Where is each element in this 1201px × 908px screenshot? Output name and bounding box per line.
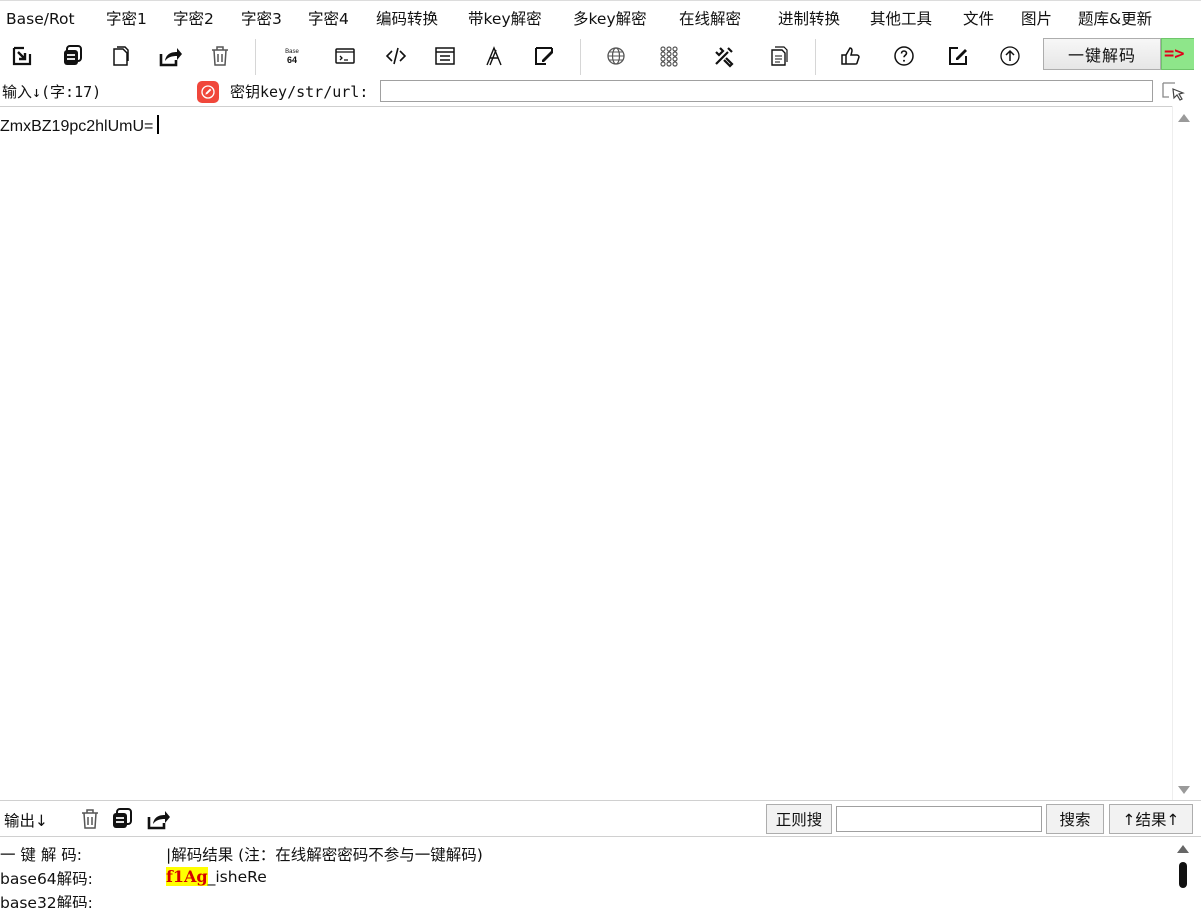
input-scrollbar[interactable] bbox=[1172, 106, 1194, 800]
menu-file[interactable]: 文件 bbox=[963, 1, 994, 35]
font-icon[interactable] bbox=[480, 42, 508, 70]
scroll-up-arrow-icon[interactable] bbox=[1177, 845, 1189, 853]
paste-icon[interactable] bbox=[106, 42, 134, 70]
menu-zimi-2[interactable]: 字密2 bbox=[173, 1, 214, 35]
toolbar-separator bbox=[815, 39, 816, 75]
edit-icon[interactable] bbox=[944, 42, 972, 70]
output-scrollbar[interactable] bbox=[1172, 837, 1194, 908]
menu-encoding-convert[interactable]: 编码转换 bbox=[376, 1, 438, 35]
output-row-name: base64解码: bbox=[0, 870, 93, 888]
output-textarea[interactable]: 一 键 解 码: |解码结果 (注：在线解密密码不参与一键解码) base64解… bbox=[0, 837, 1172, 908]
file-icon[interactable] bbox=[764, 42, 792, 70]
output-row-value: f1Ag_isheRe bbox=[166, 867, 267, 886]
input-text-value: ZmxBZ19pc2hlUmU= bbox=[0, 118, 154, 135]
menu-bar: Base/Rot 字密1 字密2 字密3 字密4 编码转换 带key解密 多ke… bbox=[0, 0, 1201, 34]
globe-icon[interactable] bbox=[602, 42, 630, 70]
trash-icon[interactable] bbox=[206, 42, 234, 70]
menu-key-decrypt[interactable]: 带key解密 bbox=[468, 1, 542, 35]
result-toggle-button[interactable]: ↑结果↑ bbox=[1109, 804, 1193, 834]
scroll-up-arrow-icon[interactable] bbox=[1178, 114, 1190, 122]
regex-search-button[interactable]: 正则搜 bbox=[766, 804, 832, 834]
output-row-name: base32解码: bbox=[0, 894, 93, 908]
import-icon[interactable] bbox=[8, 42, 36, 70]
menu-base-convert[interactable]: 进制转换 bbox=[778, 1, 840, 35]
menu-library-update[interactable]: 题库&更新 bbox=[1078, 1, 1152, 35]
menu-zimi-1[interactable]: 字密1 bbox=[106, 1, 147, 35]
pointer-select-icon[interactable] bbox=[1161, 80, 1187, 104]
menu-zimi-3[interactable]: 字密3 bbox=[241, 1, 282, 35]
text-caret bbox=[157, 115, 160, 134]
search-button[interactable]: 搜索 bbox=[1046, 804, 1104, 834]
base64-icon[interactable]: Base 64 bbox=[278, 42, 306, 70]
menu-zimi-4[interactable]: 字密4 bbox=[308, 1, 349, 35]
thumbs-up-icon[interactable] bbox=[836, 42, 864, 70]
code-icon[interactable] bbox=[382, 42, 410, 70]
help-icon[interactable] bbox=[890, 42, 918, 70]
clear-output-trash-icon[interactable] bbox=[78, 807, 102, 831]
terminal-icon[interactable] bbox=[331, 42, 359, 70]
grid-icon[interactable] bbox=[655, 42, 683, 70]
edit-doc-icon[interactable] bbox=[530, 42, 558, 70]
run-arrow-button[interactable]: => bbox=[1161, 38, 1197, 70]
toolbar: Base 64 一键解码 => bbox=[0, 34, 1201, 78]
upload-icon[interactable] bbox=[996, 42, 1024, 70]
scroll-down-arrow-icon[interactable] bbox=[1178, 786, 1190, 794]
output-label: 输出↓ bbox=[4, 812, 48, 830]
share-icon[interactable] bbox=[156, 42, 184, 70]
menu-base-rot[interactable]: Base/Rot bbox=[6, 1, 75, 35]
menu-online-decrypt[interactable]: 在线解密 bbox=[679, 1, 741, 35]
menu-other-tools[interactable]: 其他工具 bbox=[870, 1, 932, 35]
input-text-line: ZmxBZ19pc2hlUmU= bbox=[0, 115, 160, 136]
tools-icon[interactable] bbox=[710, 42, 738, 70]
key-input[interactable] bbox=[380, 80, 1153, 102]
output-row-value-rest: _isheRe bbox=[207, 868, 267, 886]
toolbar-separator bbox=[255, 39, 256, 75]
copy-icon[interactable] bbox=[58, 42, 86, 70]
base64-icon-text-bottom: 64 bbox=[287, 55, 297, 65]
output-toolbar: 输出↓ 正则搜 搜索 ↑结果↑ bbox=[0, 800, 1201, 837]
input-textarea[interactable]: ZmxBZ19pc2hlUmU= bbox=[0, 106, 1172, 800]
scrollbar-thumb[interactable] bbox=[1179, 862, 1187, 888]
toolbar-separator bbox=[580, 39, 581, 75]
output-row-name: 一 键 解 码: bbox=[0, 846, 83, 864]
key-pencil-icon bbox=[197, 81, 219, 103]
table-icon[interactable] bbox=[431, 42, 459, 70]
key-label: 密钥key/str/url: bbox=[230, 83, 369, 101]
copy-output-icon[interactable] bbox=[110, 807, 134, 831]
flag-highlight: f1Ag bbox=[166, 867, 208, 886]
output-row-value: |解码结果 (注：在线解密密码不参与一键解码) bbox=[166, 846, 483, 864]
search-input[interactable] bbox=[836, 806, 1042, 832]
one-click-decode-button[interactable]: 一键解码 bbox=[1043, 38, 1161, 70]
window-edge bbox=[1194, 34, 1201, 908]
key-row: 输入↓(字:17) 密钥key/str/url: bbox=[0, 78, 1201, 106]
menu-multikey-decrypt[interactable]: 多key解密 bbox=[573, 1, 647, 35]
input-label: 输入↓(字:17) bbox=[2, 83, 102, 101]
share-output-icon[interactable] bbox=[146, 807, 170, 831]
menu-image[interactable]: 图片 bbox=[1021, 1, 1052, 35]
